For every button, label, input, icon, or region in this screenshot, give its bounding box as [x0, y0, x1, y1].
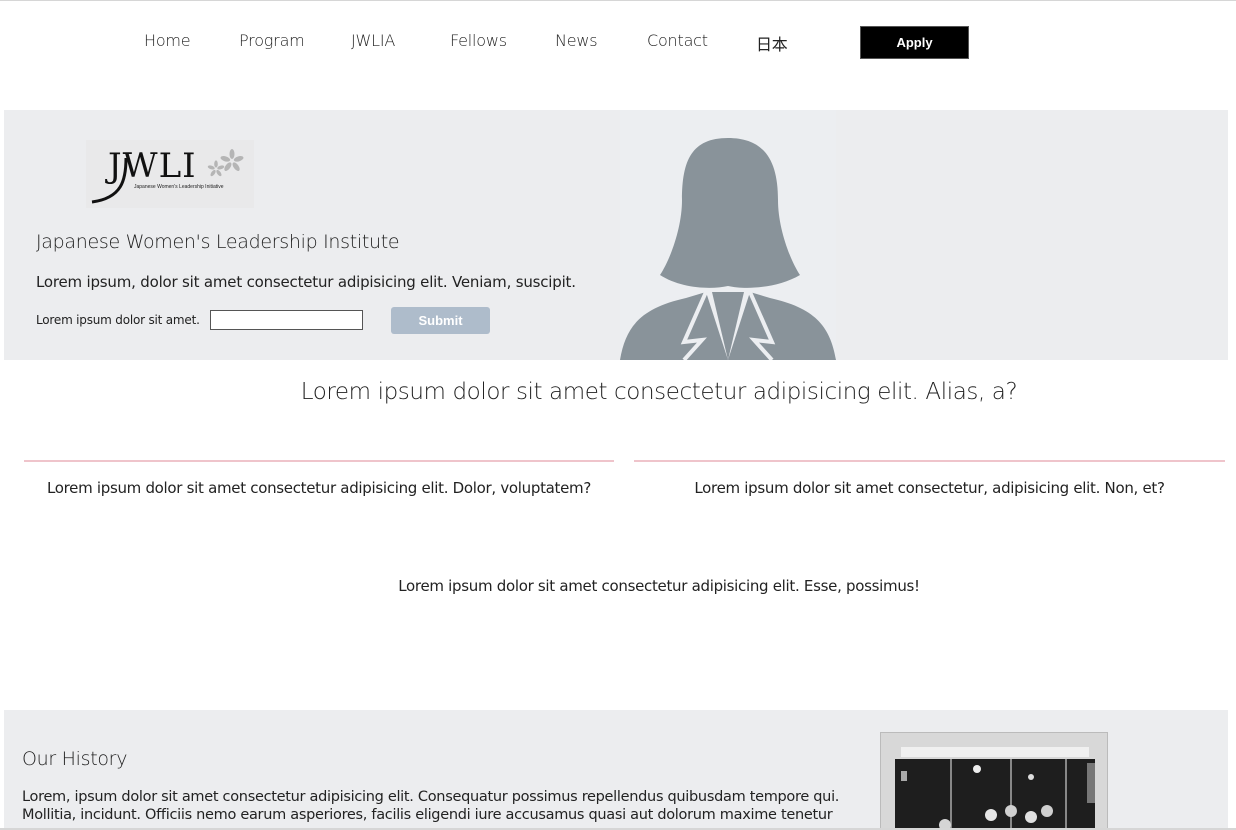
nav-contact-link[interactable]: Contact	[647, 31, 708, 50]
intro-center-text: Lorem ipsum dolor sit amet consectetur a…	[398, 577, 920, 595]
portrait-image	[620, 110, 836, 362]
top-nav: Home Program JWLIA Fellows News Contact …	[0, 1, 1236, 86]
jwli-logo[interactable]: JWLI Japanese Women's Leadership Initiat…	[86, 140, 254, 208]
intro-headline: Lorem ipsum dolor sit amet consectetur a…	[300, 379, 1018, 405]
submit-button[interactable]: Submit	[391, 307, 490, 334]
history-photo	[880, 732, 1108, 830]
nav-fellows-link[interactable]: Fellows	[450, 31, 507, 50]
apply-button[interactable]: Apply	[860, 26, 969, 59]
history-section: Our History Lorem, ipsum dolor sit amet …	[4, 710, 1228, 830]
right-divider	[634, 460, 1225, 462]
history-body: Lorem, ipsum dolor sit amet consectetur …	[22, 789, 840, 823]
left-divider	[24, 460, 614, 462]
group-photo-image	[881, 733, 1107, 830]
hero-section: JWLI Japanese Women's Leadership Initiat…	[4, 110, 1228, 362]
nav-jwlia-link[interactable]: JWLIA	[351, 31, 395, 50]
nav-japanese-link[interactable]: 日本	[756, 31, 788, 55]
hero-text-input[interactable]	[210, 310, 363, 330]
nav-home-link[interactable]: Home	[144, 31, 191, 50]
sakura-flower-icon	[207, 149, 244, 177]
nav-program-link[interactable]: Program	[239, 31, 305, 50]
nav-news-link[interactable]: News	[555, 31, 598, 50]
intro-right-text: Lorem ipsum dolor sit amet consectetur, …	[694, 479, 1165, 497]
hero-title: Japanese Women's Leadership Institute	[36, 231, 400, 253]
intro-left-text: Lorem ipsum dolor sit amet consectetur a…	[46, 479, 592, 497]
logo-text: JWLI	[108, 146, 197, 186]
history-title: Our History	[22, 748, 128, 770]
hero-description: Lorem ipsum, dolor sit amet consectetur …	[36, 273, 576, 291]
person-silhouette-icon	[620, 138, 836, 362]
hero-form-label: Lorem ipsum dolor sit amet.	[36, 313, 200, 327]
logo-subtext: Japanese Women's Leadership Initiative	[134, 184, 224, 190]
